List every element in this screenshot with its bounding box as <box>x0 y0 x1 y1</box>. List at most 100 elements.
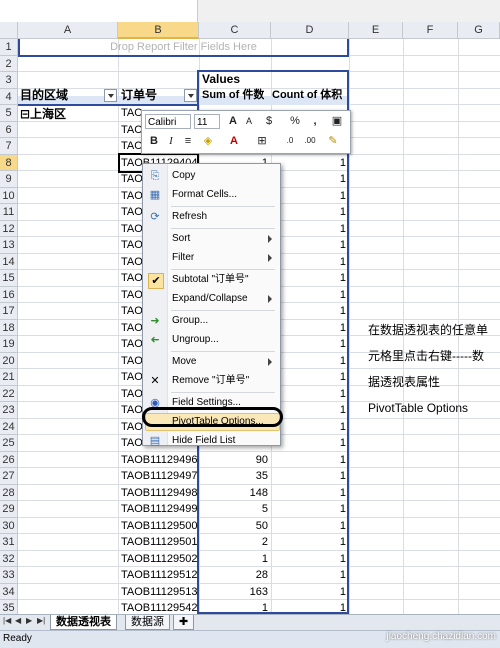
row-header[interactable]: 25 <box>0 435 18 452</box>
row-header[interactable]: 29 <box>0 501 18 518</box>
font-name-box[interactable]: Calibri <box>145 114 191 129</box>
count-volume-cell[interactable]: 1 <box>271 287 349 304</box>
sum-count-cell[interactable]: 90 <box>199 452 271 469</box>
column-header-g[interactable]: G <box>458 22 500 39</box>
column-header-c[interactable]: C <box>199 22 271 39</box>
count-volume-cell[interactable]: 1 <box>271 221 349 238</box>
row-header[interactable]: 10 <box>0 187 18 204</box>
count-volume-cell[interactable]: 1 <box>271 336 349 353</box>
order-number-cell[interactable]: TAOB11129500 <box>121 518 199 535</box>
column-header-d[interactable]: D <box>271 22 349 39</box>
menu-item-refresh[interactable]: ⟳ Refresh <box>143 208 280 226</box>
order-number-cell[interactable]: TAOB11129496 <box>121 452 199 469</box>
menu-item-filter[interactable]: Filter <box>143 249 280 267</box>
format-painter-icon[interactable]: ▣ <box>329 113 345 129</box>
sum-count-cell[interactable]: 28 <box>199 567 271 584</box>
row-header[interactable]: 15 <box>0 270 18 287</box>
order-number-cell[interactable]: TAOB11129513 <box>121 584 199 601</box>
row-header[interactable]: 4 <box>0 88 18 105</box>
count-volume-cell[interactable]: 1 <box>271 485 349 502</box>
sum-count-cell[interactable]: 5 <box>199 501 271 518</box>
region-cell[interactable]: ⊟上海区 <box>20 105 66 124</box>
row-header[interactable]: 31 <box>0 534 18 551</box>
count-volume-cell[interactable]: 1 <box>271 303 349 320</box>
count-volume-cell[interactable]: 1 <box>271 270 349 287</box>
count-volume-cell[interactable]: 1 <box>271 237 349 254</box>
count-volume-cell[interactable]: 1 <box>271 353 349 370</box>
menu-item-format-cells[interactable]: ▦ Format Cells... <box>143 186 280 204</box>
order-number-cell[interactable]: TAOB11129512 <box>121 567 199 584</box>
row-header[interactable]: 6 <box>0 121 18 138</box>
count-volume-cell[interactable]: 1 <box>271 600 349 614</box>
count-volume-cell[interactable]: 1 <box>271 419 349 436</box>
comma-icon[interactable]: , <box>307 113 323 129</box>
row-header[interactable]: 22 <box>0 385 18 402</box>
count-volume-cell[interactable]: 1 <box>271 320 349 337</box>
row-header[interactable]: 19 <box>0 336 18 353</box>
count-volume-cell[interactable]: 1 <box>271 452 349 469</box>
font-size-box[interactable]: 11 <box>194 114 220 129</box>
sum-count-cell[interactable]: 35 <box>199 468 271 485</box>
row-header[interactable]: 20 <box>0 352 18 369</box>
count-volume-cell[interactable]: 1 <box>271 501 349 518</box>
center-align-icon[interactable]: ≡ <box>180 133 196 149</box>
decrease-decimal-icon[interactable]: .00 <box>302 133 318 149</box>
order-number-cell[interactable]: TAOB11129497 <box>121 468 199 485</box>
row-header[interactable]: 32 <box>0 550 18 567</box>
row-header[interactable]: 13 <box>0 237 18 254</box>
order-number-cell[interactable]: TAOB11129502 <box>121 551 199 568</box>
row-header[interactable]: 23 <box>0 402 18 419</box>
sheet-tab-pivot[interactable]: 数据透视表 <box>50 615 117 630</box>
row-header[interactable]: 3 <box>0 72 18 89</box>
row-header[interactable]: 9 <box>0 171 18 188</box>
prev-sheet-icon[interactable]: ◀ <box>15 616 21 625</box>
row-header[interactable]: 5 <box>0 105 18 122</box>
last-sheet-icon[interactable]: ▶| <box>37 616 45 625</box>
order-number-cell[interactable]: TAOB11129498 <box>121 485 199 502</box>
count-volume-cell[interactable]: 1 <box>271 204 349 221</box>
count-volume-cell[interactable]: 1 <box>271 518 349 535</box>
row-header[interactable]: 33 <box>0 567 18 584</box>
italic-icon[interactable]: I <box>163 133 179 149</box>
region-filter-dropdown-icon[interactable] <box>104 89 117 102</box>
row-header[interactable]: 21 <box>0 369 18 386</box>
shrink-font-icon[interactable]: A <box>241 113 257 129</box>
first-sheet-icon[interactable]: |◀ <box>3 616 11 625</box>
menu-item-subtotal[interactable]: ✔ Subtotal "订单号" <box>143 271 280 289</box>
count-volume-cell[interactable]: 1 <box>271 468 349 485</box>
row-header[interactable]: 7 <box>0 138 18 155</box>
count-volume-cell[interactable]: 1 <box>271 534 349 551</box>
column-header-b[interactable]: B <box>118 22 199 39</box>
borders-icon[interactable]: ⊞ <box>254 133 270 149</box>
sum-count-cell[interactable]: 2 <box>199 534 271 551</box>
count-volume-cell[interactable]: 1 <box>271 551 349 568</box>
sum-count-cell[interactable]: 1 <box>199 551 271 568</box>
count-volume-cell[interactable]: 1 <box>271 254 349 271</box>
column-header-e[interactable]: E <box>349 22 403 39</box>
row-header[interactable]: 8 <box>0 154 18 171</box>
row-header[interactable]: 17 <box>0 303 18 320</box>
row-header[interactable]: 35 <box>0 600 18 614</box>
order-number-cell[interactable]: TAOB11129501 <box>121 534 199 551</box>
column-header-a[interactable]: A <box>18 22 118 39</box>
increase-decimal-icon[interactable]: .0 <box>282 133 298 149</box>
menu-item-group[interactable]: ➜ Group... <box>143 312 280 330</box>
row-header[interactable]: 24 <box>0 418 18 435</box>
row-header[interactable]: 27 <box>0 468 18 485</box>
percent-icon[interactable]: % <box>287 113 303 129</box>
name-box[interactable] <box>0 0 198 22</box>
count-volume-cell[interactable]: 1 <box>271 435 349 452</box>
row-header[interactable]: 14 <box>0 253 18 270</box>
currency-icon[interactable]: $ <box>261 113 277 129</box>
menu-item-copy[interactable]: ⎘ Copy <box>143 167 280 185</box>
row-header[interactable]: 28 <box>0 484 18 501</box>
count-volume-cell[interactable]: 1 <box>271 171 349 188</box>
select-all-corner[interactable] <box>0 22 18 39</box>
sum-count-cell[interactable]: 1 <box>199 600 271 614</box>
count-volume-cell[interactable]: 1 <box>271 369 349 386</box>
row-header[interactable]: 26 <box>0 451 18 468</box>
count-volume-cell[interactable]: 1 <box>271 155 349 172</box>
menu-item-sort[interactable]: Sort <box>143 230 280 248</box>
column-header-f[interactable]: F <box>403 22 458 39</box>
count-volume-cell[interactable]: 1 <box>271 386 349 403</box>
